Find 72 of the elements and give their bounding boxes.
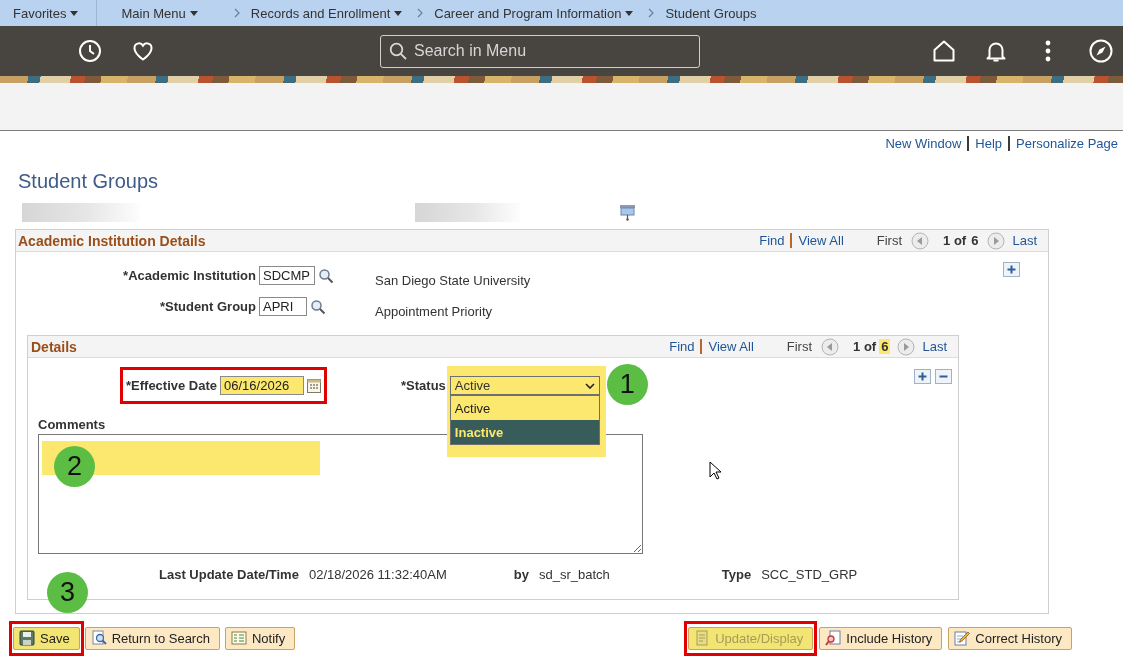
date-field[interactable]: 06/16/2026 <box>220 376 305 395</box>
main-menu[interactable]: Main Menu <box>121 5 198 21</box>
field-value: SCC_STD_GRP <box>761 566 858 582</box>
calendar-icon[interactable] <box>307 378 322 393</box>
chevron-right-icon <box>648 8 655 18</box>
notify-button[interactable]: Notify <box>224 626 296 650</box>
last-link[interactable]: Last <box>922 339 947 354</box>
dropdown-option[interactable]: Inactive <box>450 420 599 444</box>
page-link[interactable]: Help <box>975 135 1003 151</box>
field-label: *Status <box>401 378 446 393</box>
plus-icon[interactable] <box>914 369 931 384</box>
save-button[interactable]: Save <box>13 626 80 650</box>
page-title: Student Groups <box>18 170 159 193</box>
status-dropdown[interactable]: Active <box>449 376 600 395</box>
breadcrumb-link[interactable]: Records and Enrollment <box>250 5 403 21</box>
chevron-right-icon <box>233 8 240 18</box>
include-history-button[interactable]: Include History <box>819 626 943 650</box>
mouse-pointer-icon <box>709 461 721 480</box>
chevron-right-icon <box>417 8 424 18</box>
last-link[interactable]: Last <box>1012 233 1037 248</box>
chevron-down-icon <box>584 382 595 389</box>
input-field[interactable]: APRI <box>259 297 307 316</box>
field-value: sd_sr_batch <box>538 566 610 582</box>
field-description: San Diego State University <box>375 273 531 288</box>
first-link[interactable]: First <box>876 233 903 248</box>
field-label: *Academic Institution <box>123 268 256 283</box>
projector-screen-icon[interactable] <box>619 204 636 221</box>
return-to-search-button[interactable]: Return to Search <box>84 626 220 650</box>
field-label: by <box>513 566 529 582</box>
search-icon[interactable] <box>310 298 326 315</box>
record-position: 1 of <box>853 339 877 354</box>
record-total: 6 <box>970 233 980 248</box>
document-magnifier-icon <box>825 630 842 646</box>
field-label: *Student Group <box>159 299 256 314</box>
field-label: Last Update Date/Time <box>159 566 299 582</box>
view-all-link[interactable]: View All <box>798 233 844 248</box>
compass-icon[interactable] <box>1089 39 1113 63</box>
breadcrumb-link[interactable]: Career and Program Information <box>434 5 634 21</box>
search-icon[interactable] <box>318 267 334 284</box>
panel-title: Academic Institution Details <box>18 232 206 249</box>
correct-history-button[interactable]: Correct History <box>948 626 1072 650</box>
page-link[interactable]: Personalize Page <box>1016 135 1118 151</box>
search-icon <box>389 41 407 60</box>
first-link[interactable]: First <box>786 339 813 354</box>
step-number-marker: 1 <box>606 364 648 405</box>
field-value: 02/18/2026 11:32:40AM <box>308 566 447 582</box>
field-label: *Effective Date <box>126 378 218 393</box>
heart-icon[interactable] <box>131 39 155 63</box>
field-label: Comments <box>38 417 106 432</box>
record-total: 6 <box>879 339 891 354</box>
clock-icon[interactable] <box>78 39 102 63</box>
view-all-link[interactable]: View All <box>708 339 754 354</box>
document-pencil-icon <box>954 630 971 646</box>
find-link[interactable]: Find <box>759 233 785 248</box>
more-options-icon[interactable] <box>1045 39 1051 63</box>
input-field[interactable]: SDCMP <box>259 266 315 285</box>
step-number-marker: 3 <box>47 571 88 613</box>
plus-icon[interactable] <box>1003 262 1020 277</box>
document-icon <box>694 630 711 646</box>
favorites-menu[interactable]: Favorites <box>13 5 79 21</box>
page-link[interactable]: New Window <box>885 135 962 151</box>
home-icon[interactable] <box>932 39 956 63</box>
note-icon <box>230 630 247 646</box>
field-label: Type <box>721 566 752 582</box>
search-field[interactable]: Search in Menu <box>380 34 700 68</box>
record-position: 1 of <box>943 233 967 248</box>
panel-title: Details <box>31 338 77 355</box>
minus-icon[interactable] <box>935 369 952 384</box>
breadcrumb-link[interactable]: Student Groups <box>665 5 757 21</box>
find-link[interactable]: Find <box>669 339 695 354</box>
magnifier-document-icon <box>90 630 107 646</box>
field-description: Appointment Priority <box>375 304 493 319</box>
